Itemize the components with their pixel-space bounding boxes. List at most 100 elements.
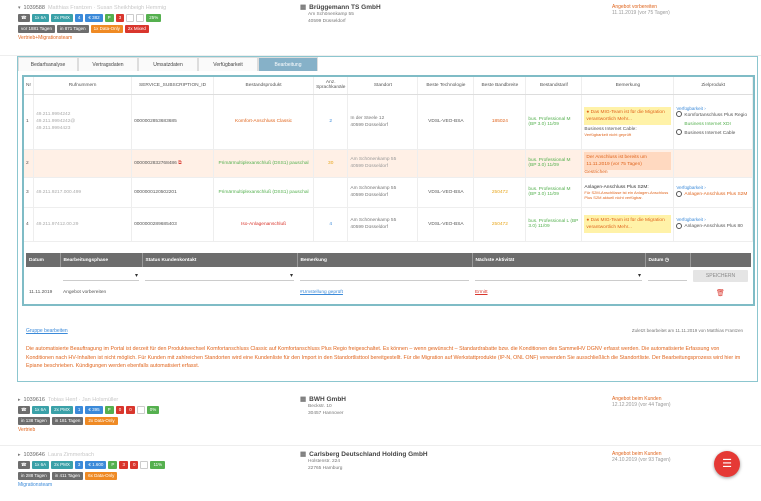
tab-bearbeitung[interactable]: Bearbeitung (258, 57, 318, 71)
site-line: 40599 Düsseldorf (350, 164, 388, 169)
activity-remark[interactable]: #Umstellung geprüft (297, 284, 472, 301)
cell-tariff: bus. Professional M (BP 3.0) 11/09 (525, 94, 583, 150)
status-date: 11.11.2019 (vor 75 Tagen) (612, 10, 670, 16)
record-row[interactable]: ▾ 1039588 Matthias Frantzen · Susan Shei… (0, 0, 761, 56)
table-row: 4 49.211.97412.00.29 0000000289685403 Is… (24, 207, 753, 242)
site-line: 40599 Düsseldorf (350, 225, 388, 230)
company-address-line: Am Schönenkamp 55 (308, 12, 354, 17)
table-row: 3 49.211.9217.000.499 0000000120502201 P… (24, 177, 753, 208)
record-company: ▦ Carlsberg Deutschland Holding GmbH Hols… (300, 450, 560, 472)
cell-channels: 30 (313, 149, 349, 178)
target-option[interactable]: Business Internet XDI (676, 120, 750, 129)
cell-bandwidth: 250472 (473, 207, 527, 242)
activity-next-date (645, 284, 690, 301)
cell-product: Iso-Anlagenanschluß (213, 207, 315, 242)
tab-umsatzdaten[interactable]: Umsatzdaten (138, 57, 198, 71)
record-id[interactable]: 1039616 (24, 397, 45, 403)
col-header: Zielprodukt (673, 77, 753, 95)
status-select[interactable] (145, 271, 294, 281)
badge (126, 14, 135, 22)
col-header: Rufnummern (33, 77, 133, 95)
record-id-line: ▾ 1039588 Matthias Frantzen · Susan Shei… (18, 5, 298, 11)
company-name[interactable]: Brüggemann TS GmbH (309, 4, 381, 11)
triangle-icon: ▸ (18, 397, 21, 403)
target-option[interactable]: Komfortanschluss Plus Regio (676, 111, 750, 120)
copy-icon[interactable]: ⧉ (178, 161, 181, 166)
input-cell (297, 267, 472, 284)
record-id[interactable]: 1039646 (24, 452, 45, 458)
phone-icon: ☎ (18, 14, 30, 22)
tab-bedarfsanalyse[interactable]: Bedarfsanalyse (18, 57, 78, 71)
record-id-line: ▸ 1039616 Tobias Henf · Jan Holsmüller (18, 397, 298, 403)
record-row[interactable]: ▸ 1039616 Tobias Henf · Jan Holsmüller ☎… (0, 392, 761, 446)
badge (136, 14, 145, 22)
radio-icon[interactable] (676, 120, 683, 127)
cell-note: ● Das MIG-Team ist für die Migration ver… (581, 207, 675, 242)
date-input[interactable] (648, 271, 687, 281)
badge: 0 (126, 406, 135, 414)
phone-icon: ☎ (18, 461, 30, 469)
save-button[interactable]: SPEICHERN (693, 269, 748, 282)
cell-site: Am Schönenkamp 55 40599 Düsseldorf (347, 177, 419, 208)
remark-input[interactable] (300, 271, 469, 281)
target-option[interactable]: Anlagen-Anschluss Plus S2M (676, 190, 750, 199)
company-name[interactable]: BWH GmbH (309, 396, 346, 403)
menu-fab-button[interactable]: ☰ (714, 451, 740, 477)
badge: 1 (74, 406, 84, 414)
input-cell (26, 267, 60, 284)
phase-select[interactable] (63, 271, 139, 281)
col-header: Datum (26, 253, 61, 267)
cell-target: Verfügbarkeit › Komfortanschluss Plus Re… (673, 94, 753, 150)
activity-date: 11.11.2019 (29, 290, 53, 295)
badge: € 1.600 (85, 461, 107, 469)
radio-icon[interactable] (676, 190, 683, 197)
target-option[interactable]: Anlagen-Anschluss Plus 80 (676, 222, 750, 231)
radio-icon[interactable] (676, 222, 683, 229)
product-table-container: Nr Rufnummern SERVICE_SUBSCRIPTION_ID Be… (22, 75, 755, 306)
input-cell (645, 267, 690, 284)
tab-verfuegbarkeit[interactable]: Verfügbarkeit (198, 57, 258, 71)
company-name[interactable]: Carlsberg Deutschland Holding GmbH (309, 451, 427, 458)
radio-icon[interactable] (676, 129, 683, 136)
record-id-line: ▸ 1039646 Laura Zimmerbach (18, 452, 298, 458)
record-contact: Laura Zimmerbach (47, 452, 95, 458)
radio-icon[interactable] (676, 111, 683, 118)
col-header: Anz. Sprachkanäle (313, 77, 349, 95)
col-header: Bemerkung (581, 77, 675, 95)
cell-nr: 2 (24, 149, 35, 178)
info-circle-icon: ● (586, 109, 590, 115)
badge: P (104, 14, 114, 22)
badge (140, 461, 149, 469)
badge (136, 406, 145, 414)
badge: 0% (146, 406, 160, 414)
activity-next[interactable]: Ermitt (472, 284, 645, 301)
target-option[interactable]: Business Internet Cable (676, 129, 750, 138)
badge: 1x 6A (31, 14, 50, 22)
site-line: Am Schönenkamp 55 (350, 218, 397, 223)
record-id[interactable]: 1039588 (24, 5, 45, 11)
next-activity-select[interactable] (475, 271, 642, 281)
cell-channels: 2 (313, 94, 349, 150)
record-status: Angebot vorbereiten 11.11.2019 (vor 75 T… (612, 4, 670, 16)
activity-table: Datum Bearbeitungsphase Status Kundenkon… (26, 253, 751, 301)
activity-phase: Angebot vorbereiten (63, 290, 107, 295)
cell-tariff: bus. Professional M (BP 3.0) 11/09 (525, 177, 583, 208)
trash-icon[interactable]: 🗑 (716, 290, 725, 297)
phone-number: 49.211.9994423 (36, 126, 71, 131)
badge: 2x Mixed (124, 25, 149, 33)
last-modified: Zuletzt bearbeitet am 11.11.2019 von Mat… (631, 328, 743, 333)
tab-vertragsdaten[interactable]: Vertragsdaten (78, 57, 138, 71)
detail-tabs: Bedarfsanalyse Vertragsdaten Umsatzdaten… (18, 57, 338, 71)
badge: 25% (146, 14, 162, 22)
input-cell (142, 267, 297, 284)
cell-tech: VDSL-VEO-BSA (417, 94, 475, 150)
record-team: Vertrieb (18, 427, 36, 433)
building-icon: ▦ (300, 4, 307, 11)
badge-row-1: ☎ 1x 6A 2x PMX 3 € 1.600 P 3 0 11% (18, 461, 298, 469)
record-row[interactable]: ▸ 1039646 Laura Zimmerbach ☎ 1x 6A 2x PM… (0, 447, 761, 501)
record-status: Angebot beim Kunden 24.10.2019 (vor 93 T… (612, 451, 671, 463)
company-address-line: 22765 Hamburg (308, 466, 343, 471)
badge: P (104, 406, 114, 414)
edit-group-link[interactable]: Gruppe bearbeiten (26, 328, 68, 334)
badge: 2x PMX (51, 14, 73, 22)
